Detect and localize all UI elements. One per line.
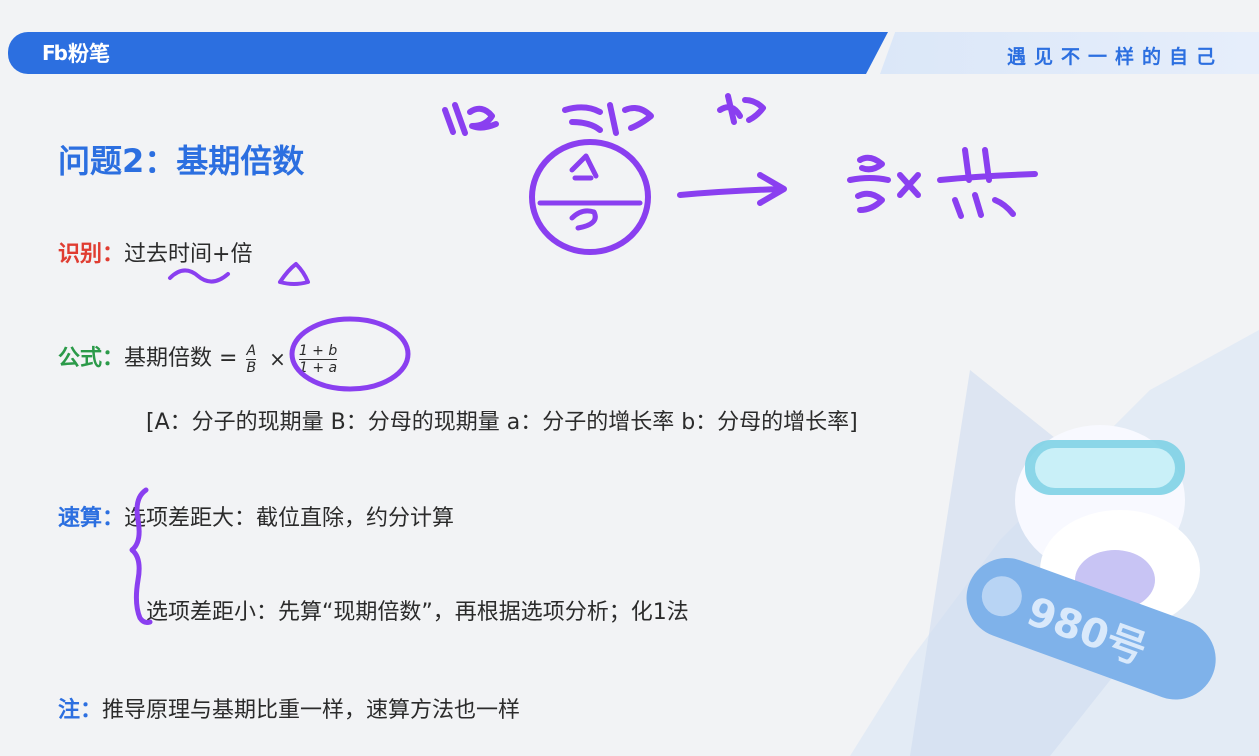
ink-scribble-3 — [717, 93, 766, 125]
fraction-growth: 1 + b 1 + a — [298, 342, 338, 376]
header-slogan: 遇见不一样的自己 — [1006, 46, 1223, 68]
identify-text: 过去时间+倍 — [124, 242, 253, 267]
fenbi-logo: Fb 粉笔 — [42, 40, 110, 66]
ink-scribble-1 — [442, 102, 499, 136]
formula-label: 公式： — [58, 346, 125, 371]
quick-row: 速算：选项差距大：截位直除，约分计算 — [58, 500, 454, 532]
times-sign: × — [269, 347, 286, 371]
note-text: 推导原理与基期比重一样，速算方法也一样 — [102, 698, 521, 723]
formula-legend: [A：分子的现期量 B：分母的现期量 a：分子的增长率 b：分母的增长率] — [146, 410, 858, 435]
quick-line-2: 选项差距小：先算“现期倍数”，再根据选项分析；化1法 — [146, 600, 689, 625]
fraction-a-over-b: A B — [246, 342, 257, 376]
note-label: 注： — [58, 698, 103, 723]
fraction-b-denominator: B — [246, 359, 257, 376]
ink-circle-ab — [529, 139, 651, 255]
ink-scribble-2 — [562, 102, 654, 136]
ink-arrow — [677, 172, 787, 206]
fraction-growth-denominator: 1 + a — [298, 359, 338, 376]
logo-mark: Fb — [42, 41, 68, 65]
quick-label: 速算： — [58, 506, 125, 531]
mascot-illustration: 980号 — [850, 330, 1259, 756]
slide-title: 问题2：基期倍数 — [58, 142, 305, 180]
ink-result — [847, 147, 1038, 219]
ink-underline — [168, 268, 230, 284]
formula-row: 公式：基期倍数 = A B × 1 + b 1 + a — [58, 340, 339, 376]
ink-mark — [278, 262, 310, 286]
fraction-a-numerator: A — [246, 342, 257, 359]
identify-label: 识别： — [58, 242, 125, 267]
quick-line-1: 选项差距大：截位直除，约分计算 — [124, 506, 455, 531]
fraction-growth-numerator: 1 + b — [298, 342, 338, 359]
formula-lhs: 基期倍数 = — [124, 346, 238, 371]
logo-text: 粉笔 — [67, 42, 110, 66]
identify-row: 识别：过去时间+倍 — [58, 236, 252, 268]
header-bar — [8, 32, 888, 74]
note-row: 注：推导原理与基期比重一样，速算方法也一样 — [58, 692, 520, 724]
